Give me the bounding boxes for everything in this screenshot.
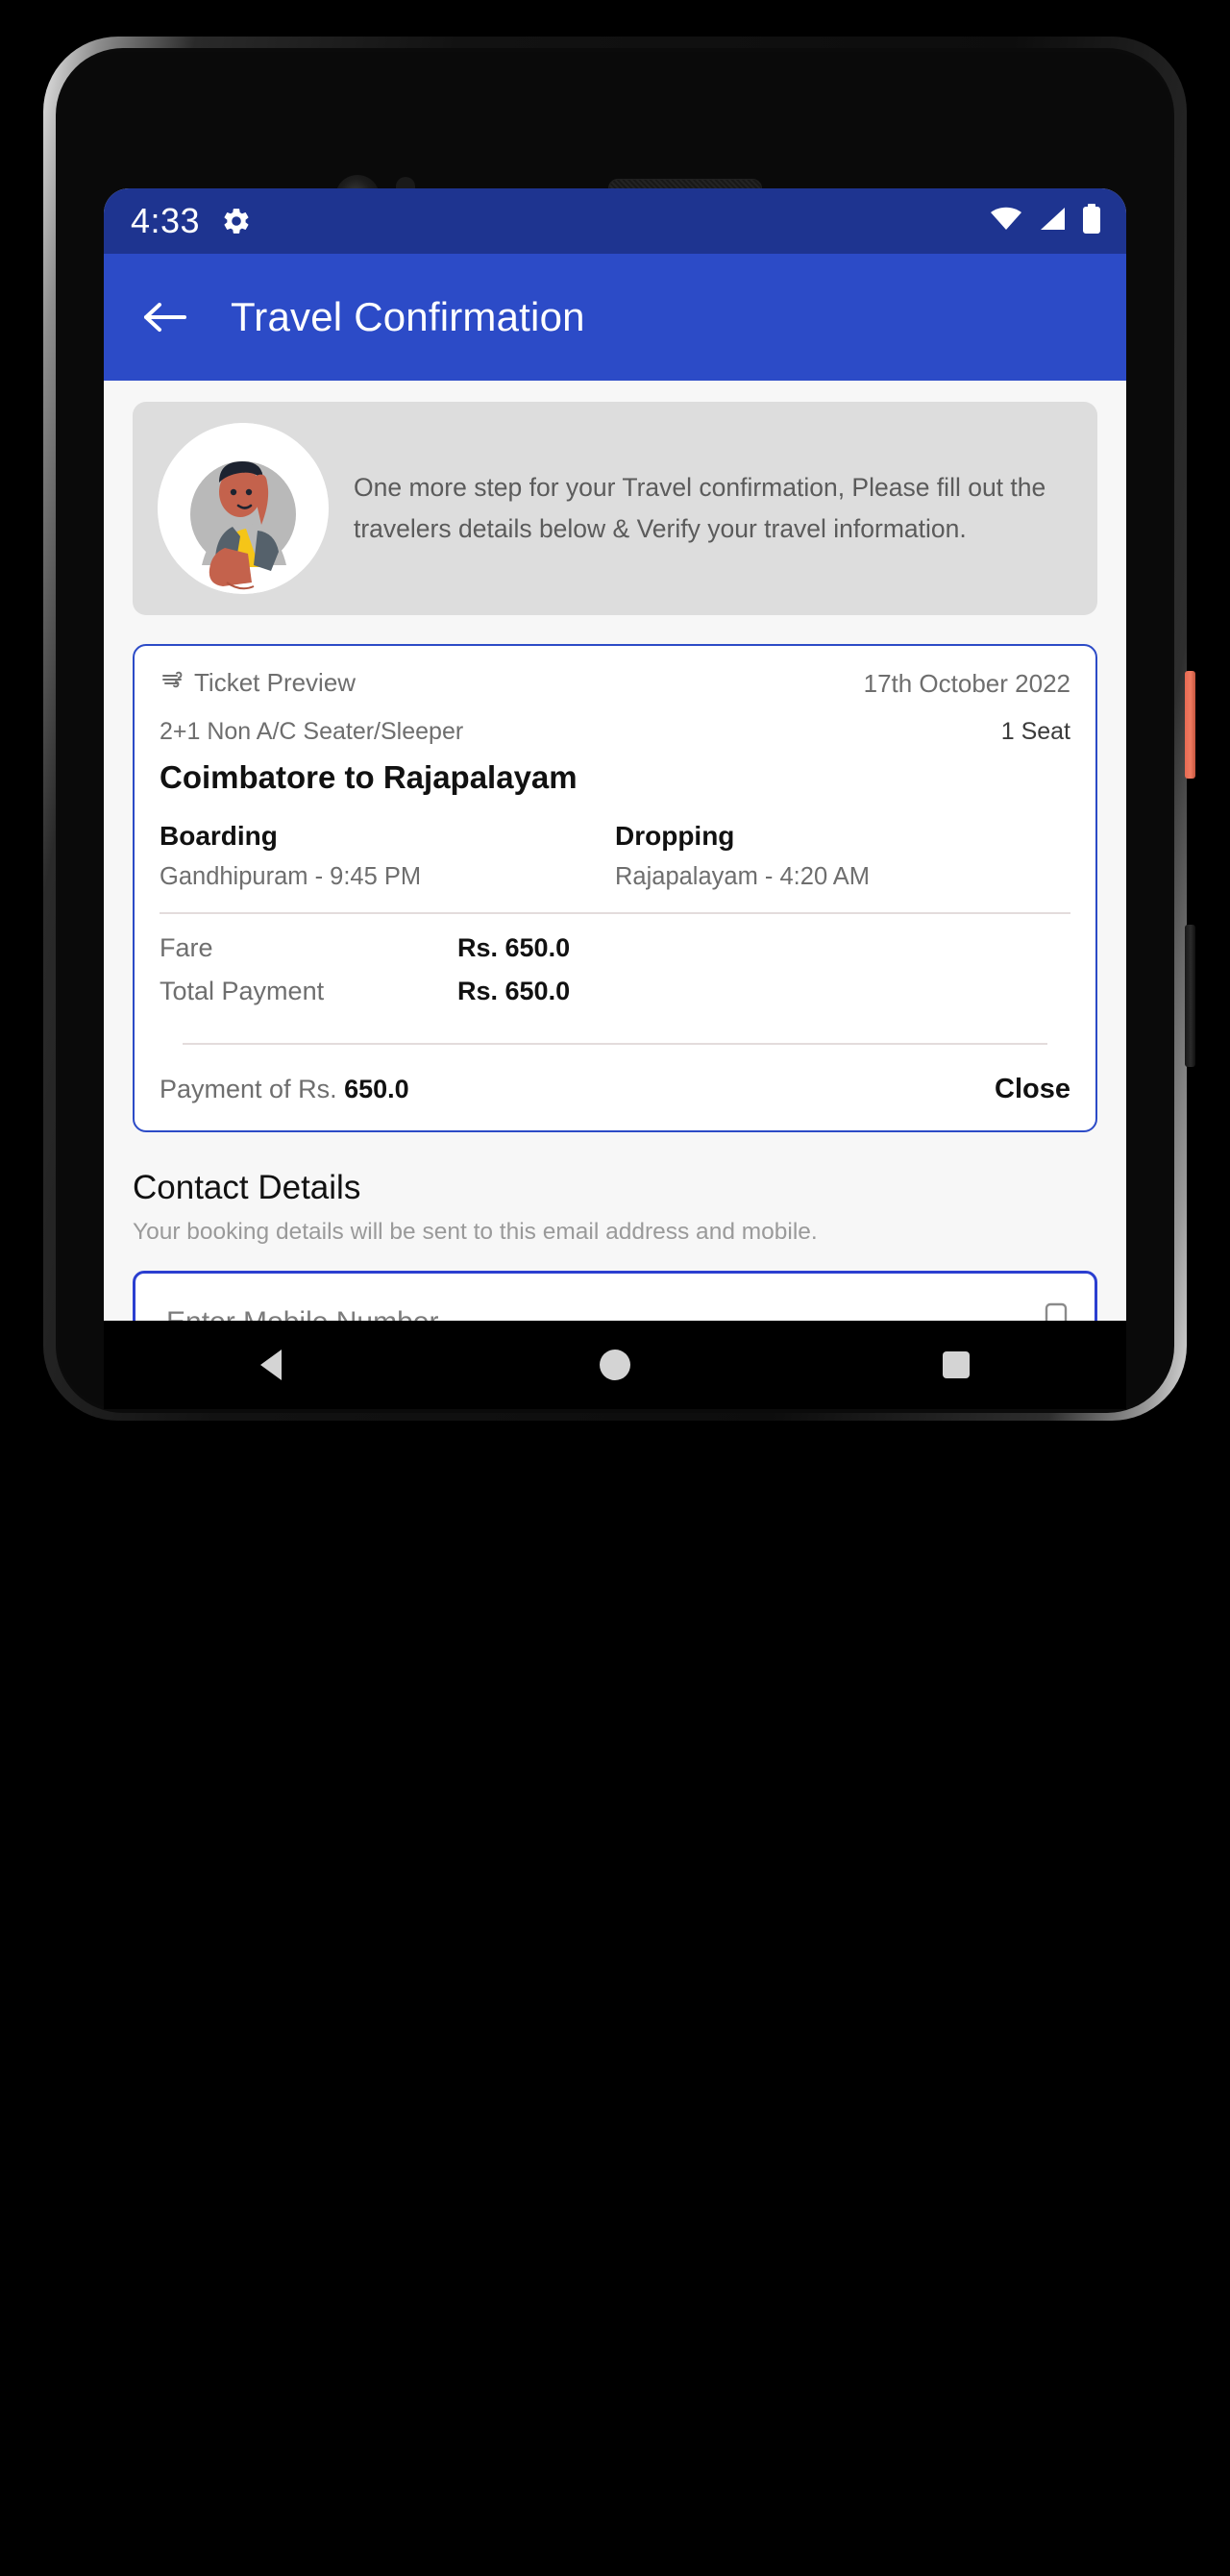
gear-icon [221,206,252,236]
close-button[interactable]: Close [995,1074,1070,1105]
signal-icon [1038,206,1067,237]
contact-details-subtitle: Your booking details will be sent to thi… [133,1219,818,1245]
total-payment-label: Total Payment [160,977,325,1005]
square-recents-icon[interactable] [935,1344,977,1386]
triangle-back-icon[interactable] [253,1344,295,1386]
banner-text: One more step for your Travel confirmati… [354,473,1046,543]
status-bar-clock: 4:33 [131,201,201,240]
fare-row: Fare Rs. 650.0 [160,933,1070,963]
phone-screen: 4:33 Travel Confirmation One more step f… [104,188,1126,1321]
boarding-value: Gandhipuram - 9:45 PM [160,863,422,890]
power-button[interactable] [1185,671,1195,779]
payment-prefix: Payment of Rs. [160,1075,337,1103]
ticket-date: 17th October 2022 [863,669,1070,698]
seat-count: 1 Seat [1000,718,1070,745]
payment-amount: 650.0 [344,1075,409,1103]
app-bar: Travel Confirmation [104,254,1126,381]
total-payment-row: Total Payment Rs. 650.0 [160,977,1070,1006]
ticket-preview-label-group: Ticket Preview [160,667,356,699]
dropping-label: Dropping [615,821,735,851]
mobile-phone-icon [1043,1302,1070,1321]
person-waving-illustration [158,423,329,594]
wifi-icon [990,206,1022,237]
ticket-footer-divider [183,1043,1047,1045]
android-navigation-bar [104,1321,1126,1409]
ticket-route: Coimbatore to Rajapalayam [160,759,578,795]
boarding-label: Boarding [160,821,278,851]
ticket-bus-row: 2+1 Non A/C Seater/Sleeper 1 Seat [160,699,1070,746]
circle-home-icon[interactable] [594,1344,636,1386]
total-payment-value: Rs. 650.0 [457,977,571,1005]
payment-footer-row: Payment of Rs. 650.0 Close [160,1074,1070,1105]
bus-icon [160,667,184,699]
ticket-preview-card: Ticket Preview 17th October 2022 2+1 Non… [133,644,1097,1132]
info-banner: One more step for your Travel confirmati… [133,402,1097,615]
ticket-header-row: Ticket Preview 17th October 2022 [160,667,1070,699]
volume-rocker-button[interactable] [1185,925,1195,1067]
screenshot-stage: 4:33 Travel Confirmation One more step f… [0,0,1230,2576]
boarding-column: Boarding Gandhipuram - 9:45 PM [160,821,615,891]
fare-value: Rs. 650.0 [457,933,571,962]
mobile-number-field[interactable]: Enter Mobile Number [133,1271,1097,1321]
status-bar: 4:33 [104,188,1126,254]
battery-icon [1082,203,1101,239]
page-content: One more step for your Travel confirmati… [104,381,1126,1321]
back-arrow-icon[interactable] [136,289,192,345]
boarding-dropping-grid: Boarding Gandhipuram - 9:45 PM Dropping … [160,821,1070,891]
ticket-divider [160,912,1070,914]
dropping-column: Dropping Rajapalayam - 4:20 AM [615,821,1070,891]
page-title: Travel Confirmation [231,294,585,339]
payment-summary: Payment of Rs. 650.0 [160,1075,409,1104]
dropping-value: Rajapalayam - 4:20 AM [615,863,871,890]
status-bar-right-icons [990,203,1101,239]
fare-label: Fare [160,933,213,962]
bus-type: 2+1 Non A/C Seater/Sleeper [160,718,464,745]
ticket-preview-label: Ticket Preview [194,668,357,697]
mobile-number-placeholder: Enter Mobile Number [166,1306,438,1321]
contact-details-title: Contact Details [133,1169,361,1206]
